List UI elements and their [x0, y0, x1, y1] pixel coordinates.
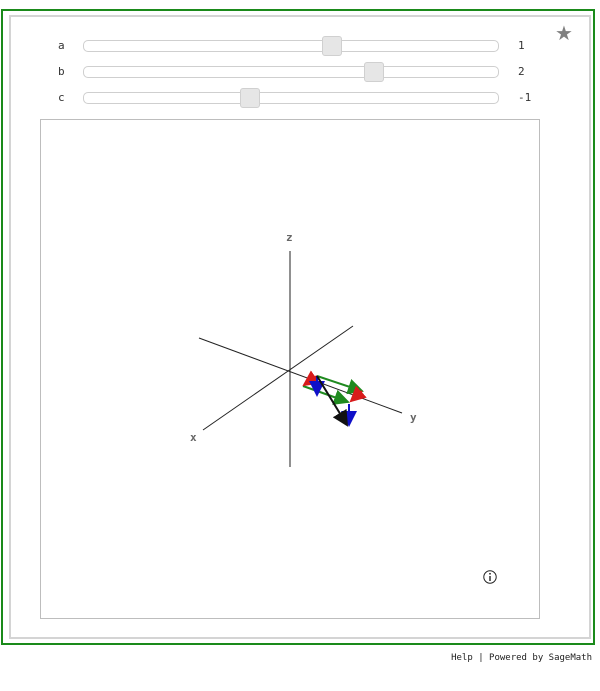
3d-plot-viewer[interactable]: z x y — [40, 119, 540, 619]
y-axis — [198, 337, 403, 414]
slider-row-b: b 2 — [0, 62, 600, 83]
slider-handle-a[interactable] — [322, 36, 343, 56]
help-link[interactable]: Help — [451, 653, 473, 663]
slider-c[interactable] — [83, 88, 499, 108]
slider-value-c: -1 — [518, 91, 532, 104]
axis-label-x: x — [190, 431, 197, 444]
axis-label-z: z — [286, 231, 293, 244]
vector-red-right — [349, 385, 367, 403]
slider-row-c: c -1 — [0, 88, 600, 109]
x-axis — [202, 325, 354, 431]
slider-label-b: b — [58, 65, 65, 78]
slider-value-b: 2 — [518, 65, 525, 78]
slider-a[interactable] — [83, 36, 499, 56]
axis-label-y: y — [410, 411, 417, 424]
slider-label-c: c — [58, 91, 65, 104]
slider-handle-c[interactable] — [239, 88, 260, 108]
slider-label-a: a — [58, 39, 65, 52]
footer: Help | Powered by SageMath — [451, 653, 592, 663]
slider-handle-b[interactable] — [363, 62, 384, 82]
slider-b[interactable] — [83, 62, 499, 82]
3d-plot-canvas[interactable]: z x y — [41, 120, 539, 618]
slider-row-a: a 1 — [0, 36, 600, 57]
powered-by-link[interactable]: Powered by SageMath — [489, 653, 592, 663]
footer-separator: | — [478, 653, 484, 663]
info-icon[interactable] — [483, 570, 497, 584]
slider-value-a: 1 — [518, 39, 525, 52]
